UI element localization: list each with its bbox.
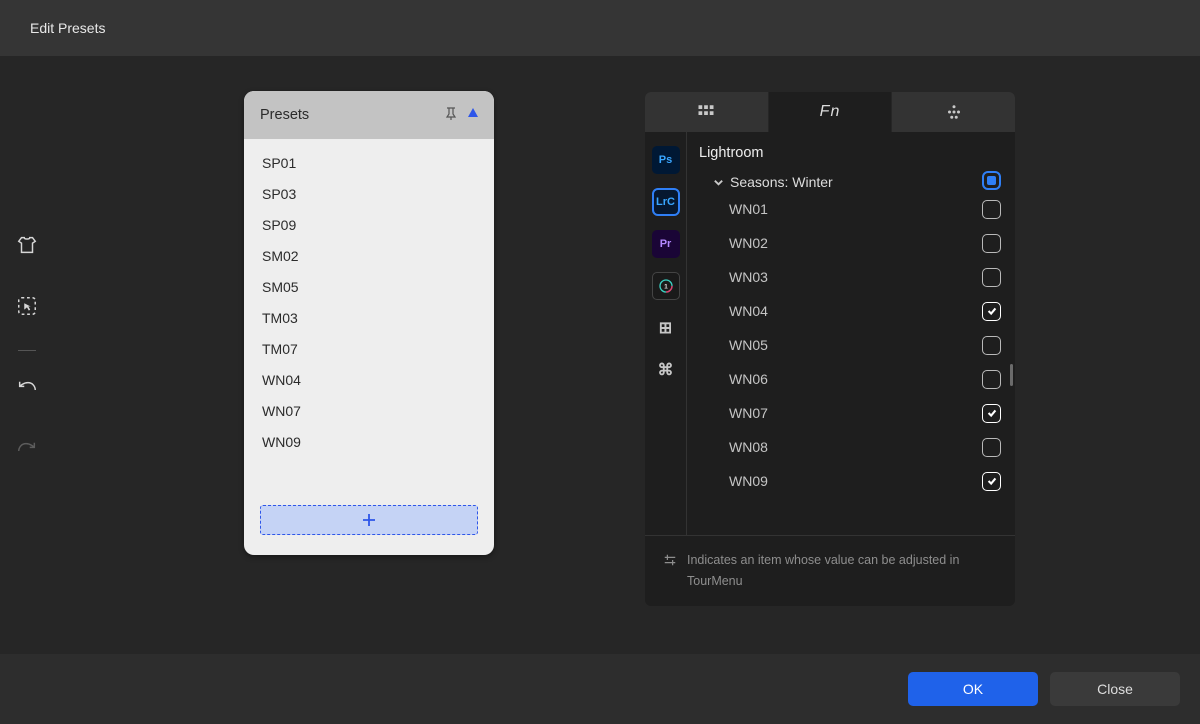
tree-item[interactable]: WN02 xyxy=(729,233,1001,253)
group-mixed-checkbox[interactable] xyxy=(982,171,1001,190)
app-cmd-icon[interactable]: ⌘ xyxy=(652,356,680,384)
tshirt-tool-icon[interactable] xyxy=(16,234,38,261)
tree-item[interactable]: WN08 xyxy=(729,437,1001,457)
tree-item[interactable]: WN01 xyxy=(729,199,1001,219)
presets-list: SP01 SP03 SP09 SM02 SM05 TM03 TM07 WN04 WN07 WN09 xyxy=(244,139,494,450)
tree-item-label: WN07 xyxy=(729,405,768,421)
presets-title: Presets xyxy=(260,107,309,123)
app-windows-icon[interactable]: ⊞ xyxy=(652,314,680,342)
scroll-indicator[interactable] xyxy=(1010,364,1013,386)
dots-icon xyxy=(945,103,963,121)
list-item[interactable]: WN09 xyxy=(262,434,476,450)
lightroom-title: Lightroom xyxy=(687,132,1015,169)
tree-item-checkbox[interactable] xyxy=(982,302,1001,321)
tab-fn[interactable]: Fn xyxy=(769,92,893,132)
tree-item-checkbox[interactable] xyxy=(982,370,1001,389)
presets-panel: Presets SP01 SP03 SP09 SM02 SM05 TM03 TM07 WN04… xyxy=(244,91,494,555)
list-item[interactable]: SM05 xyxy=(262,279,476,295)
list-item[interactable]: WN04 xyxy=(262,372,476,388)
tree-item-checkbox[interactable] xyxy=(982,336,1001,355)
preset-tree-list: WN01 WN02 WN03 WN04 WN05 WN06 WN07 WN08 WN09 xyxy=(687,199,1015,491)
app-premiere-icon[interactable]: Pr xyxy=(652,230,680,258)
list-item[interactable]: SP03 xyxy=(262,186,476,202)
tree-item[interactable]: WN06 xyxy=(729,369,1001,389)
list-item[interactable]: SP01 xyxy=(262,155,476,171)
arrow-up-icon[interactable] xyxy=(466,106,480,124)
selection-tool-icon[interactable] xyxy=(16,295,38,322)
sliders-icon xyxy=(663,553,677,567)
app-captureone-icon[interactable]: 1 xyxy=(652,272,680,300)
right-panel-tabs: Fn xyxy=(645,92,1015,132)
tree-item-checkbox[interactable] xyxy=(982,200,1001,219)
plus-icon xyxy=(362,513,376,527)
tab-grid[interactable] xyxy=(645,92,769,132)
group-label: Seasons: Winter xyxy=(730,174,833,190)
fn-label: Fn xyxy=(820,103,841,121)
tree-item-label: WN06 xyxy=(729,371,768,387)
app-photoshop-icon[interactable]: Ps xyxy=(652,146,680,174)
hint-row: Indicates an item whose value can be adj… xyxy=(645,535,1015,607)
redo-icon xyxy=(16,440,38,467)
pin-icon[interactable] xyxy=(444,106,458,124)
tree-item-label: WN09 xyxy=(729,473,768,489)
workspace: Presets SP01 SP03 SP09 SM02 SM05 TM03 TM07 WN04… xyxy=(0,56,1200,654)
chevron-down-icon xyxy=(713,177,724,188)
tree-item-label: WN08 xyxy=(729,439,768,455)
app-lightroom-classic-icon[interactable]: LrC xyxy=(652,188,680,216)
group-seasons-winter[interactable]: Seasons: Winter xyxy=(687,169,1015,195)
tree-item[interactable]: WN09 xyxy=(729,471,1001,491)
undo-icon[interactable] xyxy=(16,379,38,406)
title-text: Edit Presets xyxy=(30,20,105,36)
dialog-footer: OK Close xyxy=(0,654,1200,724)
right-panel: Fn Ps LrC Pr 1 ⊞ ⌘ Lightroom Seasons: Wi xyxy=(645,92,1015,606)
tree-item-checkbox[interactable] xyxy=(982,438,1001,457)
tree-item-checkbox[interactable] xyxy=(982,472,1001,491)
tree-item[interactable]: WN03 xyxy=(729,267,1001,287)
app-rail: Ps LrC Pr 1 ⊞ ⌘ xyxy=(645,132,687,535)
list-item[interactable]: TM03 xyxy=(262,310,476,326)
right-content: Lightroom Seasons: Winter WN01WN02WN03WN… xyxy=(687,132,1015,535)
presets-header: Presets xyxy=(244,91,494,139)
tree-item[interactable]: WN07 xyxy=(729,403,1001,423)
list-item[interactable]: WN07 xyxy=(262,403,476,419)
tree-item[interactable]: WN04 xyxy=(729,301,1001,321)
tool-separator xyxy=(18,350,36,351)
tree-item-label: WN02 xyxy=(729,235,768,251)
svg-text:1: 1 xyxy=(664,284,668,291)
titlebar: Edit Presets xyxy=(0,0,1200,56)
tree-item-label: WN01 xyxy=(729,201,768,217)
tree-item-checkbox[interactable] xyxy=(982,404,1001,423)
list-item[interactable]: SP09 xyxy=(262,217,476,233)
right-panel-body: Ps LrC Pr 1 ⊞ ⌘ Lightroom Seasons: Winte… xyxy=(645,132,1015,535)
tree-item-label: WN04 xyxy=(729,303,768,319)
grid-icon xyxy=(697,103,715,121)
list-item[interactable]: TM07 xyxy=(262,341,476,357)
tree-item-checkbox[interactable] xyxy=(982,234,1001,253)
tab-dots[interactable] xyxy=(892,92,1015,132)
tree-item[interactable]: WN05 xyxy=(729,335,1001,355)
hint-text: Indicates an item whose value can be adj… xyxy=(687,550,997,593)
add-preset-button[interactable] xyxy=(260,505,478,535)
tree-item-label: WN05 xyxy=(729,337,768,353)
tree-item-checkbox[interactable] xyxy=(982,268,1001,287)
list-item[interactable]: SM02 xyxy=(262,248,476,264)
ok-button[interactable]: OK xyxy=(908,672,1038,706)
close-button[interactable]: Close xyxy=(1050,672,1180,706)
tree-item-label: WN03 xyxy=(729,269,768,285)
tool-rail xyxy=(0,56,54,654)
